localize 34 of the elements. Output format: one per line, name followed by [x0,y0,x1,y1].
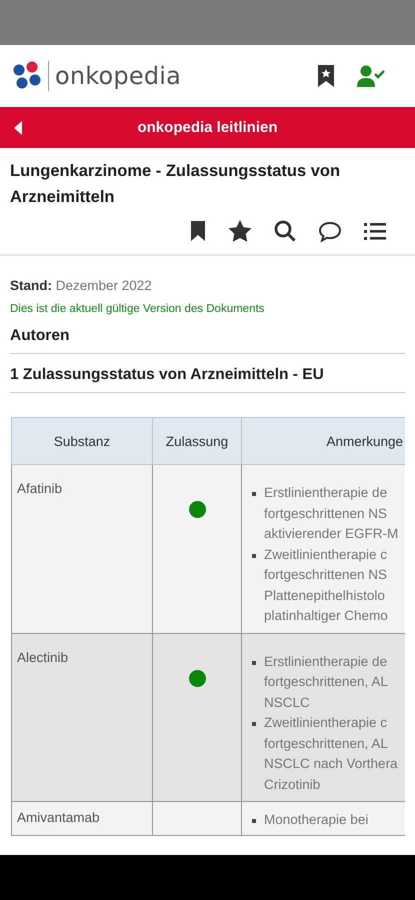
search-icon[interactable] [274,220,296,242]
bullet-icon [252,722,256,726]
document-title: Lungenkarzinome - Zulassungsstatus von Arzneimitteln [10,161,342,208]
banner-title: onkopedia leitlinien [137,119,278,136]
note-text: Zweitlinientherapie c fortgeschrittenen NS Plattenepithelhistolo platinhaltiger Chemo [264,546,388,625]
bullet-icon [252,554,256,558]
approved-dot [188,501,206,518]
section-heading[interactable]: 1 Zulassungsstatus von Arzneimitteln - EU [10,366,324,383]
table-cell: Amivantamab [12,802,152,835]
note-text: Erstlinientherapie de fortgeschrittenen NS aktivierender EGFR-M [264,484,398,543]
table-cell: Afatinib [12,464,152,633]
note-text: Monotherapie bei [264,811,368,829]
star-icon[interactable] [228,220,252,242]
column-header: Zulassung [152,418,242,464]
note-text: Zweitlinientherapie c fortgeschrittenen, AL NSCLC nach Vorthera Crizotinib [264,714,398,794]
column-header: Substanz [12,418,152,464]
logo-icon [12,61,42,91]
user-check-icon[interactable] [357,65,385,87]
version-note: Dies ist die aktuell gültige Version des Dokuments [10,303,266,315]
note-text: Erstlinientherapie de fortgeschrittenen, AL NSCLC [264,652,388,712]
approved-dot [188,670,206,686]
bookmark-icon[interactable] [190,220,206,242]
table-cell: Alectinib [12,633,152,802]
bullet-icon [252,660,256,664]
list-icon[interactable] [364,222,386,240]
comment-icon[interactable] [318,220,342,242]
logo-text: onkopedia [55,62,182,90]
bookmark-star-icon[interactable] [317,64,335,88]
section-heading[interactable]: Autoren [10,327,70,344]
back-icon[interactable] [14,121,23,135]
column-header: Anmerkunge [242,418,405,464]
bullet-icon [252,819,256,823]
bullet-icon [252,492,256,496]
revision-date: Stand: Dezember 2022 [10,278,153,293]
